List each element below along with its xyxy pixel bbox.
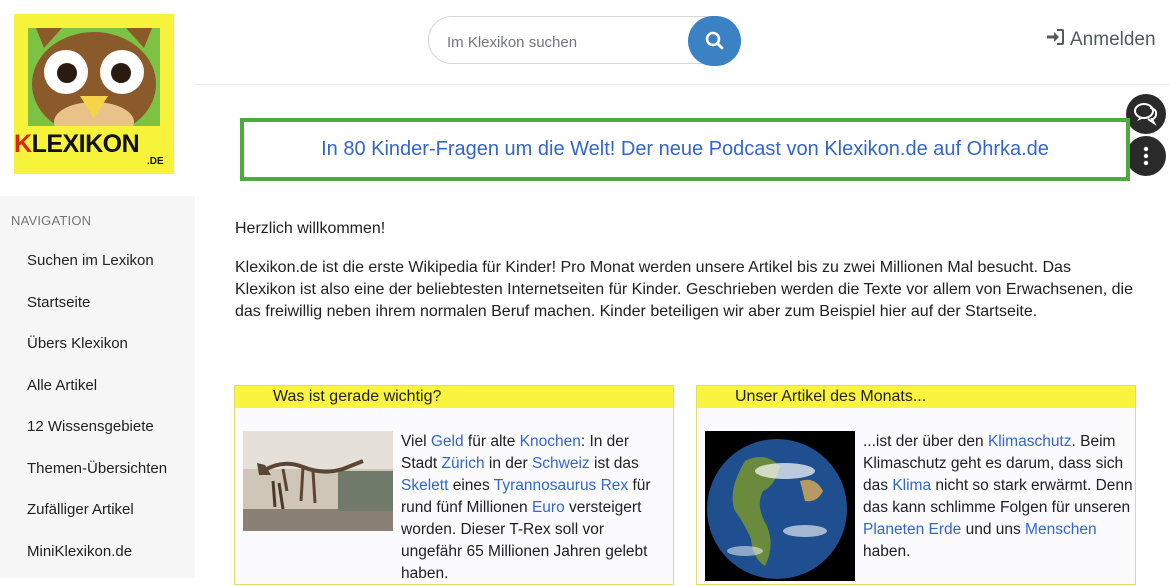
chat-bubbles-icon bbox=[1134, 103, 1158, 126]
nav-item-random-article[interactable]: Zufälliger Artikel bbox=[27, 499, 167, 541]
link-menschen[interactable]: Menschen bbox=[1025, 521, 1097, 538]
podcast-banner-text: In 80 Kinder-Fragen um die Welt! Der neu… bbox=[321, 138, 1049, 160]
link-geld[interactable]: Geld bbox=[431, 433, 464, 450]
more-options-button[interactable] bbox=[1126, 136, 1166, 176]
search-button[interactable] bbox=[688, 16, 741, 66]
link-knochen[interactable]: Knochen bbox=[520, 433, 581, 450]
logo-text-k: K bbox=[14, 130, 32, 158]
link-tyrannosaurus-rex[interactable]: Tyrannosaurus Rex bbox=[494, 477, 628, 494]
news-text: Viel bbox=[401, 433, 431, 450]
link-skelett[interactable]: Skelett bbox=[401, 477, 448, 494]
article-of-month-title: Unser Artikel des Monats... bbox=[697, 386, 1135, 408]
vertical-dots-icon bbox=[1143, 146, 1149, 166]
search-input[interactable] bbox=[445, 30, 679, 54]
welcome-heading: Herzlich willkommen! bbox=[235, 220, 386, 237]
month-text: und uns bbox=[961, 521, 1026, 538]
news-box-title: Was ist gerade wichtig? bbox=[235, 386, 673, 408]
klexikon-logo[interactable]: KLEXIKON .DE bbox=[14, 14, 174, 174]
news-text: in der bbox=[484, 455, 532, 472]
article-of-month-box: Unser Artikel des Monats... ...ist der ü… bbox=[696, 385, 1136, 585]
sign-in-icon bbox=[1046, 29, 1064, 51]
login-label: Anmelden bbox=[1070, 29, 1156, 51]
month-text: ...ist der über den bbox=[863, 433, 988, 450]
logo-text-de: .DE bbox=[147, 156, 164, 167]
link-planeten[interactable]: Planeten bbox=[863, 521, 924, 538]
nav-item-about[interactable]: Übers Klexikon bbox=[27, 333, 167, 375]
article-of-month-text: ...ist der über den Klimaschutz. Beim Kl… bbox=[863, 431, 1133, 563]
link-klima[interactable]: Klima bbox=[892, 477, 931, 494]
link-erde[interactable]: Erde bbox=[929, 521, 962, 538]
link-schweiz[interactable]: Schweiz bbox=[532, 455, 590, 472]
header: Anmelden bbox=[195, 0, 1170, 85]
link-klimaschutz[interactable]: Klimaschutz bbox=[988, 433, 1072, 450]
chat-button[interactable] bbox=[1126, 94, 1166, 134]
nav-item-all-articles[interactable]: Alle Artikel bbox=[27, 375, 167, 417]
nav-item-miniklexikon[interactable]: MiniKlexikon.de bbox=[27, 541, 167, 583]
nav-item-home[interactable]: Startseite bbox=[27, 292, 167, 334]
logo-text-main: LEXIKON bbox=[31, 130, 140, 158]
login-link[interactable]: Anmelden bbox=[1046, 29, 1156, 51]
podcast-banner[interactable]: In 80 Kinder-Fragen um die Welt! Der neu… bbox=[240, 118, 1130, 181]
nav-item-topic-overviews[interactable]: Themen-Übersichten bbox=[27, 458, 167, 500]
nav-item-knowledge-areas[interactable]: 12 Wissensgebiete bbox=[27, 416, 167, 458]
nav-item-search[interactable]: Suchen im Lexikon bbox=[27, 250, 167, 292]
sidebar: KLEXIKON .DE NAVIGATION Suchen im Lexiko… bbox=[0, 0, 195, 578]
news-text: für alte bbox=[463, 433, 520, 450]
link-zuerich[interactable]: Zürich bbox=[442, 455, 485, 472]
link-euro[interactable]: Euro bbox=[532, 499, 565, 516]
navigation-heading: NAVIGATION bbox=[11, 213, 92, 228]
news-text: eines bbox=[448, 477, 494, 494]
news-text: ist das bbox=[589, 455, 639, 472]
search-icon bbox=[705, 31, 724, 50]
news-box-text: Viel Geld für alte Knochen: In der Stadt… bbox=[243, 431, 663, 585]
month-text: haben. bbox=[863, 543, 911, 560]
navigation-list: Suchen im Lexikon Startseite Übers Klexi… bbox=[27, 250, 167, 582]
intro-paragraph: Klexikon.de ist die erste Wikipedia für … bbox=[235, 259, 1133, 320]
news-box: Was ist gerade wichtig? Viel Geld für al… bbox=[234, 385, 674, 585]
earth-image[interactable] bbox=[705, 431, 855, 581]
